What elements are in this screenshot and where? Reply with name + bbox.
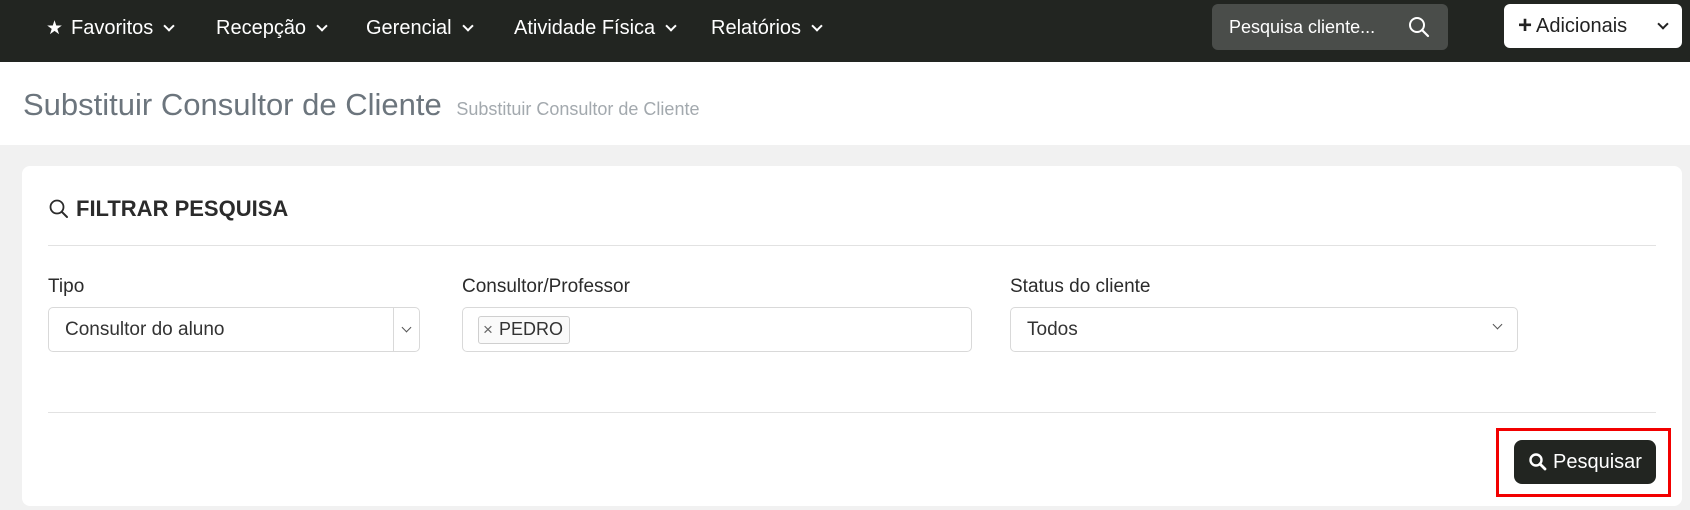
filter-title-text: FILTRAR PESQUISA — [76, 196, 289, 221]
page-header: Substituir Consultor de Cliente Substitu… — [0, 62, 1690, 145]
search-icon — [1529, 453, 1547, 471]
search-icon[interactable] — [1408, 16, 1430, 43]
nav-item-relatorios[interactable]: Relatórios — [711, 0, 823, 57]
tipo-label: Tipo — [48, 276, 85, 297]
nav-item-label: Recepção — [216, 17, 307, 39]
status-select-value: Todos — [1027, 318, 1078, 340]
page-title-text: Substituir Consultor de Cliente — [23, 87, 442, 122]
nav-item-gerencial[interactable]: Gerencial — [366, 0, 474, 57]
page-title: Substituir Consultor de Cliente Substitu… — [23, 87, 699, 123]
status-select[interactable]: Todos — [1010, 307, 1518, 352]
nav-item-atividade-fisica[interactable]: Atividade Física — [514, 0, 677, 57]
chevron-down-icon — [316, 20, 328, 32]
client-search-input[interactable] — [1229, 16, 1399, 38]
consultor-multiselect[interactable]: × PEDRO — [462, 307, 972, 352]
consultor-tag: × PEDRO — [478, 315, 570, 344]
chevron-down-icon — [163, 20, 175, 32]
tipo-select-value: Consultor do aluno — [65, 318, 225, 340]
divider — [48, 412, 1656, 413]
consultor-tag-label: PEDRO — [498, 319, 563, 339]
filter-card-title: FILTRAR PESQUISA — [48, 196, 288, 222]
chevron-down-icon — [1492, 319, 1503, 330]
chevron-down-icon — [401, 322, 412, 333]
top-navbar: ★ Favoritos Recepção Gerencial Atividade… — [0, 0, 1690, 62]
consultor-label: Consultor/Professor — [462, 276, 630, 297]
nav-item-label: Atividade Física — [514, 17, 656, 39]
pesquisar-button[interactable]: Pesquisar — [1514, 440, 1656, 484]
divider — [48, 245, 1656, 246]
page-subtitle: Substituir Consultor de Cliente — [456, 99, 700, 119]
plus-icon: + — [1518, 12, 1533, 39]
chevron-down-icon — [665, 20, 677, 32]
tipo-select-toggle[interactable] — [393, 308, 419, 351]
star-icon: ★ — [46, 18, 64, 39]
nav-item-label: Favoritos — [71, 17, 154, 39]
adicionais-button[interactable]: + Adicionais — [1504, 4, 1682, 48]
chevron-down-icon — [461, 20, 474, 32]
nav-item-label: Relatórios — [711, 17, 802, 39]
pesquisar-label: Pesquisar — [1553, 450, 1642, 473]
tipo-select[interactable]: Consultor do aluno — [48, 307, 420, 352]
nav-item-favoritos[interactable]: ★ Favoritos — [46, 0, 175, 57]
close-icon[interactable]: × — [483, 320, 493, 340]
adicionais-label: Adicionais — [1536, 14, 1628, 37]
adicionais-dropdown-toggle[interactable] — [1644, 4, 1682, 48]
chevron-down-icon — [1657, 17, 1669, 30]
client-search-box — [1212, 4, 1448, 50]
nav-item-recepcao[interactable]: Recepção — [216, 0, 328, 57]
search-icon — [49, 199, 68, 218]
filter-card: FILTRAR PESQUISA Tipo Consultor do aluno… — [22, 166, 1682, 506]
nav-item-label: Gerencial — [366, 17, 452, 39]
status-label: Status do cliente — [1010, 276, 1151, 297]
chevron-down-icon — [811, 20, 823, 32]
